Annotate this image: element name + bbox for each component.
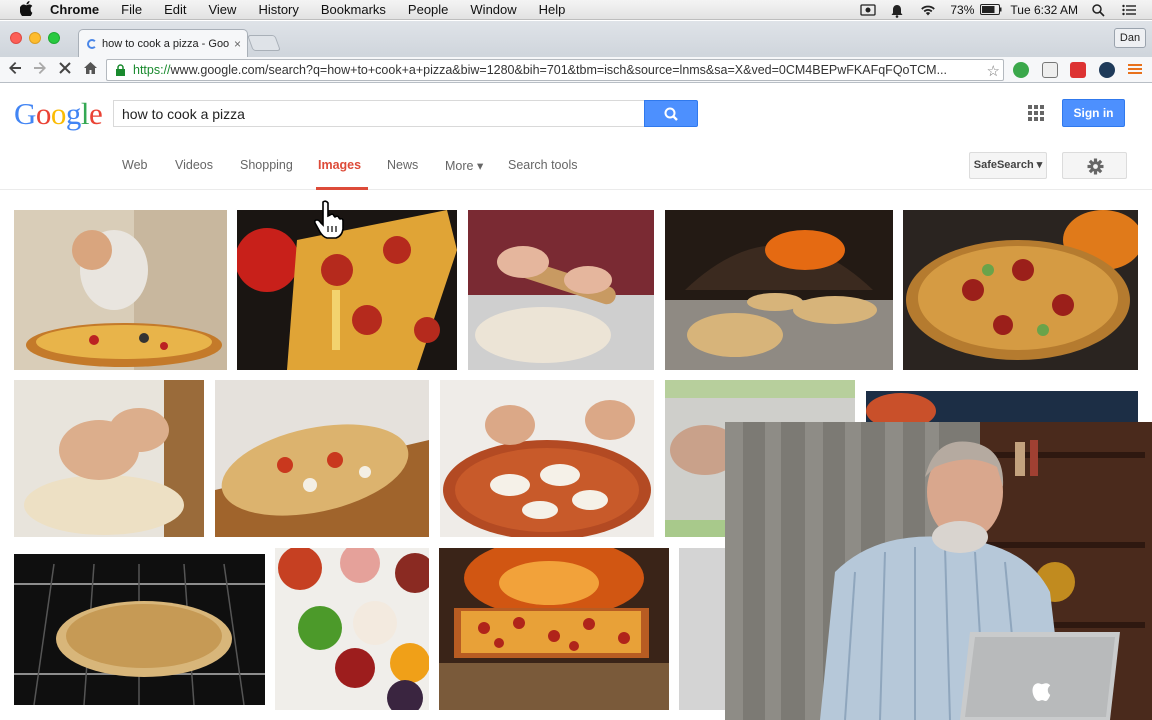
- tab-more[interactable]: More ▾: [445, 158, 483, 173]
- image-result[interactable]: [468, 210, 654, 370]
- active-tab-underline: [316, 187, 369, 190]
- address-bar[interactable]: https://www.google.com/search?q=how+to+c…: [106, 59, 1004, 81]
- url-rest: www.google.com/search?q=how+to+cook+a+pi…: [170, 63, 947, 77]
- image-result[interactable]: [14, 210, 227, 370]
- presenter-video-overlay: [725, 422, 1152, 720]
- menu-bookmarks[interactable]: Bookmarks: [321, 2, 386, 17]
- profile-button[interactable]: Dan: [1114, 28, 1146, 48]
- menu-window[interactable]: Window: [470, 2, 516, 17]
- secure-lock-icon[interactable]: [115, 64, 127, 76]
- tab-images[interactable]: Images: [316, 158, 369, 190]
- extension-red-x-icon[interactable]: [1070, 62, 1086, 78]
- logo-letter-o1: o: [35, 96, 52, 131]
- extension-green-icon[interactable]: [1013, 62, 1029, 78]
- search-input[interactable]: how to cook a pizza: [113, 100, 644, 127]
- tab-strip: how to cook a pizza - Goo × Dan: [0, 21, 1152, 57]
- search-icon: [664, 107, 678, 121]
- image-result[interactable]: [665, 210, 893, 370]
- tab-web[interactable]: Web: [122, 158, 147, 172]
- menu-app-chrome[interactable]: Chrome: [50, 2, 99, 17]
- new-tab-button[interactable]: [247, 35, 281, 51]
- tab-images-label: Images: [318, 158, 362, 172]
- image-result[interactable]: [903, 210, 1138, 370]
- screen-record-icon[interactable]: [860, 4, 877, 16]
- tab-title: how to cook a pizza - Goo: [102, 37, 230, 50]
- back-icon[interactable]: [6, 61, 24, 79]
- menu-people[interactable]: People: [408, 2, 448, 17]
- clock[interactable]: Tue 6:32 AM: [1010, 3, 1078, 17]
- search-type-tabs: Web Videos Shopping Images News More ▾ S…: [0, 152, 700, 190]
- search-button[interactable]: [644, 100, 698, 127]
- google-header: Google how to cook a pizza Sign in Web V…: [0, 84, 1152, 190]
- home-icon[interactable]: [81, 61, 99, 79]
- cast-icon[interactable]: [1042, 62, 1058, 78]
- url-text[interactable]: https://www.google.com/search?q=how+to+c…: [133, 63, 983, 77]
- notification-bell-icon[interactable]: [890, 4, 906, 18]
- menu-history[interactable]: History: [258, 2, 298, 17]
- logo-letter-e: e: [89, 96, 103, 131]
- hand-cursor-icon: [312, 199, 346, 239]
- menu-help[interactable]: Help: [539, 2, 566, 17]
- image-result[interactable]: [679, 548, 725, 710]
- menu-bar: Chrome File Edit View History Bookmarks …: [0, 0, 1152, 20]
- image-result[interactable]: [215, 380, 429, 537]
- image-result[interactable]: [439, 548, 669, 710]
- search-tools-button[interactable]: Search tools: [508, 158, 577, 172]
- minimize-window-button[interactable]: [29, 32, 41, 44]
- tab-close-icon[interactable]: ×: [234, 37, 241, 51]
- image-result[interactable]: [440, 380, 654, 537]
- notification-center-icon[interactable]: [1122, 4, 1138, 16]
- tab-videos[interactable]: Videos: [175, 158, 213, 172]
- logo-letter-g: G: [14, 96, 36, 131]
- battery-percent: 73%: [950, 3, 975, 17]
- presenter-video-icon: [725, 422, 1152, 720]
- settings-button[interactable]: [1062, 152, 1127, 179]
- url-scheme: https://: [133, 63, 171, 77]
- browser-tab[interactable]: how to cook a pizza - Goo ×: [78, 29, 248, 57]
- extension-dark-circle-icon[interactable]: [1099, 62, 1115, 78]
- tab-shopping[interactable]: Shopping: [240, 158, 293, 172]
- loading-spinner-icon: [87, 38, 97, 49]
- image-result[interactable]: [275, 548, 429, 710]
- tab-news[interactable]: News: [387, 158, 418, 172]
- forward-icon[interactable]: [31, 61, 49, 79]
- google-logo[interactable]: Google: [14, 96, 103, 132]
- image-result[interactable]: [237, 210, 457, 370]
- logo-letter-o2: o: [50, 96, 67, 131]
- menu-file[interactable]: File: [121, 2, 142, 17]
- apple-menu-icon[interactable]: [18, 0, 34, 19]
- zoom-window-button[interactable]: [48, 32, 60, 44]
- gear-icon: [1087, 158, 1104, 175]
- safesearch-dropdown[interactable]: SafeSearch ▾: [969, 152, 1047, 179]
- bookmark-star-icon[interactable]: ☆: [987, 62, 1000, 80]
- menu-edit[interactable]: Edit: [164, 2, 186, 17]
- image-result[interactable]: [14, 380, 204, 537]
- logo-letter-g2: g: [65, 96, 82, 131]
- status-area: 73% Tue 6:32 AM: [860, 0, 1152, 20]
- stop-loading-icon[interactable]: [56, 61, 74, 79]
- wifi-icon[interactable]: [920, 4, 936, 16]
- spotlight-search-icon[interactable]: [1092, 4, 1108, 17]
- sign-in-button[interactable]: Sign in: [1062, 99, 1125, 127]
- apps-grid-icon[interactable]: [1028, 105, 1044, 121]
- battery-icon[interactable]: [980, 4, 1002, 16]
- close-window-button[interactable]: [10, 32, 22, 44]
- screen: Chrome File Edit View History Bookmarks …: [0, 0, 1152, 720]
- logo-letter-l: l: [80, 96, 90, 131]
- browser-toolbar: https://www.google.com/search?q=how+to+c…: [0, 57, 1152, 83]
- menu-view[interactable]: View: [208, 2, 236, 17]
- image-result[interactable]: [14, 554, 265, 705]
- chrome-menu-icon[interactable]: [1128, 62, 1144, 78]
